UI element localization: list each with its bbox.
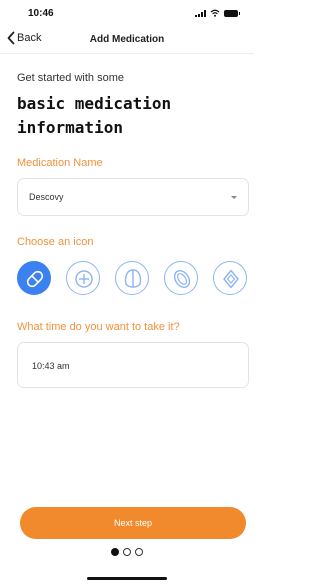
chevron-down-icon [231, 196, 237, 199]
time-picker-field[interactable]: 10:43 am [17, 342, 249, 388]
intro-text: Get started with some [17, 72, 124, 84]
icon-picker [17, 261, 249, 297]
home-indicator [87, 577, 167, 580]
navigation-bar: Back Add Medication [0, 28, 254, 54]
oval-pill-icon [173, 270, 191, 288]
icon-option-split[interactable] [115, 261, 149, 295]
medication-name-select[interactable]: Descovy [17, 178, 249, 216]
diamond-tablet-icon [223, 269, 239, 289]
medication-name-label: Medication Name [17, 157, 103, 169]
icon-picker-label: Choose an icon [17, 236, 94, 248]
status-icons [195, 9, 240, 17]
intro-heading: basic medication information [17, 94, 172, 137]
pager-dot-active [111, 548, 119, 556]
status-time: 10:46 [28, 8, 54, 19]
battery-icon [224, 9, 240, 17]
icon-option-diamond[interactable] [213, 261, 247, 295]
split-tablet-icon [124, 269, 142, 288]
plus-pill-icon [75, 270, 93, 288]
icon-option-oval[interactable] [164, 261, 198, 295]
page-indicator [0, 548, 254, 556]
pill-capsule-icon [26, 270, 44, 288]
icon-option-plus[interactable] [66, 261, 100, 295]
time-value: 10:43 am [32, 361, 70, 371]
medication-name-value: Descovy [29, 192, 64, 202]
next-step-button[interactable]: Next step [20, 507, 246, 539]
wifi-icon [210, 9, 220, 17]
page-title: Add Medication [89, 34, 165, 45]
signal-icon [195, 9, 206, 17]
time-picker-label: What time do you want to take it? [17, 321, 180, 333]
status-bar: 10:46 [0, 0, 254, 24]
pager-dot [123, 548, 131, 556]
pager-dot [135, 548, 143, 556]
icon-option-capsule[interactable] [17, 261, 51, 295]
